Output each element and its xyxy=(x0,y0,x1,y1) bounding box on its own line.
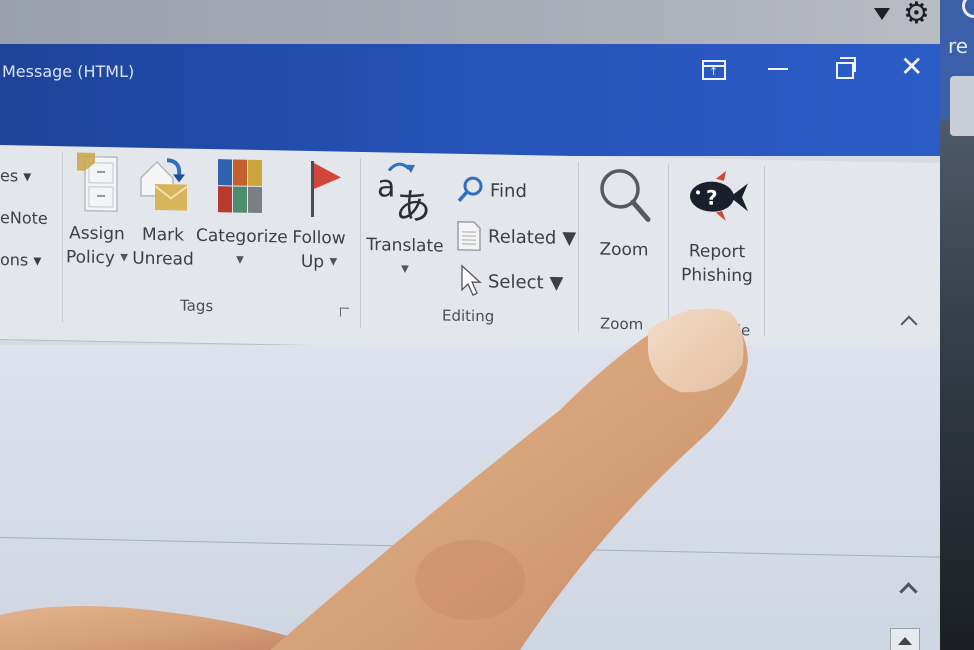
flag-icon xyxy=(311,160,341,218)
ribbon-display-options-button[interactable]: ↑ xyxy=(702,60,726,80)
expand-chevron-icon[interactable] xyxy=(899,582,918,601)
dialog-launcher-icon[interactable] xyxy=(340,307,349,317)
group-label-tags: Tags xyxy=(180,296,214,316)
outlook-message-window: ⚙ Message (HTML) ↑ ✕ es ▾ eNote ons ▾ As… xyxy=(0,0,948,650)
mark-unread-button[interactable]: Mark Unread xyxy=(132,152,194,272)
mark-unread-label-line2: Unread xyxy=(132,248,194,270)
group-separator xyxy=(360,157,361,328)
categorize-label: Categorize xyxy=(196,225,288,248)
categorize-icon xyxy=(218,159,262,214)
find-icon xyxy=(457,176,483,203)
background-app-toolbar: ⚙ xyxy=(0,0,948,44)
svg-text:あ: あ xyxy=(395,187,431,228)
background-window-text: re xyxy=(948,34,969,58)
minimize-button[interactable] xyxy=(768,68,788,70)
assign-policy-label-line1: Assign xyxy=(69,223,125,245)
title-bar: Message (HTML) ↑ ✕ xyxy=(0,44,948,156)
background-panel xyxy=(950,76,974,136)
group-label-editing: Editing xyxy=(442,306,495,326)
dropdown-caret-icon: ▼ xyxy=(549,272,564,294)
ribbon-partial-item[interactable]: ons ▾ xyxy=(0,239,48,282)
related-icon xyxy=(457,221,481,251)
pane-divider xyxy=(0,537,948,558)
group-label-zoom: Zoom xyxy=(600,314,644,334)
select-label: Select xyxy=(488,270,544,293)
follow-up-label-line1: Follow xyxy=(292,227,346,249)
assign-policy-label-line2: Policy xyxy=(65,247,115,269)
dropdown-caret-icon: ▼ xyxy=(120,252,128,264)
find-button[interactable]: Find xyxy=(456,176,527,205)
dropdown-caret-icon: ▼ xyxy=(562,227,577,249)
report-phishing-label-line1: Report xyxy=(688,241,746,263)
follow-up-label-line2: Up xyxy=(300,251,325,273)
mark-unread-label-line1: Mark xyxy=(142,224,184,246)
svg-text:?: ? xyxy=(706,186,718,210)
assign-policy-icon xyxy=(77,152,118,213)
translate-label: Translate xyxy=(366,235,444,257)
report-phishing-label-line2: Phishing xyxy=(681,265,753,287)
dropdown-arrow-icon[interactable] xyxy=(874,8,890,20)
adjacent-screen-edge: re xyxy=(940,0,974,650)
follow-up-button[interactable]: Follow Up ▼ xyxy=(286,154,352,274)
translate-icon: a あ xyxy=(377,162,431,228)
scrollbar-up-button[interactable] xyxy=(890,628,920,650)
ribbon-partial-left-group: es ▾ eNote ons ▾ xyxy=(0,155,48,282)
zoom-button[interactable]: Zoom xyxy=(584,160,664,263)
ribbon: es ▾ eNote ons ▾ Assign Policy ▼ Mark Un… xyxy=(0,145,948,359)
categorize-button[interactable]: Categorize ▼ xyxy=(196,153,288,274)
phishing-fish-icon: ? xyxy=(690,170,748,221)
svg-text:a: a xyxy=(377,169,395,204)
group-separator xyxy=(764,165,765,336)
window-title: Message (HTML) xyxy=(2,62,135,81)
select-icon xyxy=(461,264,482,296)
ribbon-partial-item[interactable]: eNote xyxy=(0,197,48,240)
related-button[interactable]: Related ▼ xyxy=(456,220,576,254)
group-separator xyxy=(668,163,669,334)
mark-unread-icon xyxy=(140,158,188,211)
related-label: Related xyxy=(488,225,557,249)
arrow-up-icon: ↑ xyxy=(709,65,719,78)
group-label-me: Me xyxy=(728,320,751,340)
zoom-label: Zoom xyxy=(599,239,649,261)
message-body-area xyxy=(0,345,948,650)
assign-policy-button[interactable]: Assign Policy ▼ xyxy=(62,150,132,270)
select-button[interactable]: Select ▼ xyxy=(460,264,563,300)
dropdown-caret-icon: ▼ xyxy=(236,254,244,266)
ribbon-partial-item[interactable]: es ▾ xyxy=(0,155,48,198)
group-separator xyxy=(578,162,579,333)
report-phishing-button[interactable]: ? Report Phishing xyxy=(672,162,762,289)
close-button[interactable]: ✕ xyxy=(900,53,923,81)
gear-icon[interactable]: ⚙ xyxy=(903,0,930,29)
find-label: Find xyxy=(490,179,527,202)
translate-button[interactable]: a あ Translate ▼ xyxy=(362,156,448,283)
zoom-magnifier-icon xyxy=(600,169,651,222)
dropdown-caret-icon: ▼ xyxy=(329,256,338,268)
restore-button[interactable] xyxy=(836,57,856,79)
dropdown-caret-icon: ▼ xyxy=(401,263,409,275)
